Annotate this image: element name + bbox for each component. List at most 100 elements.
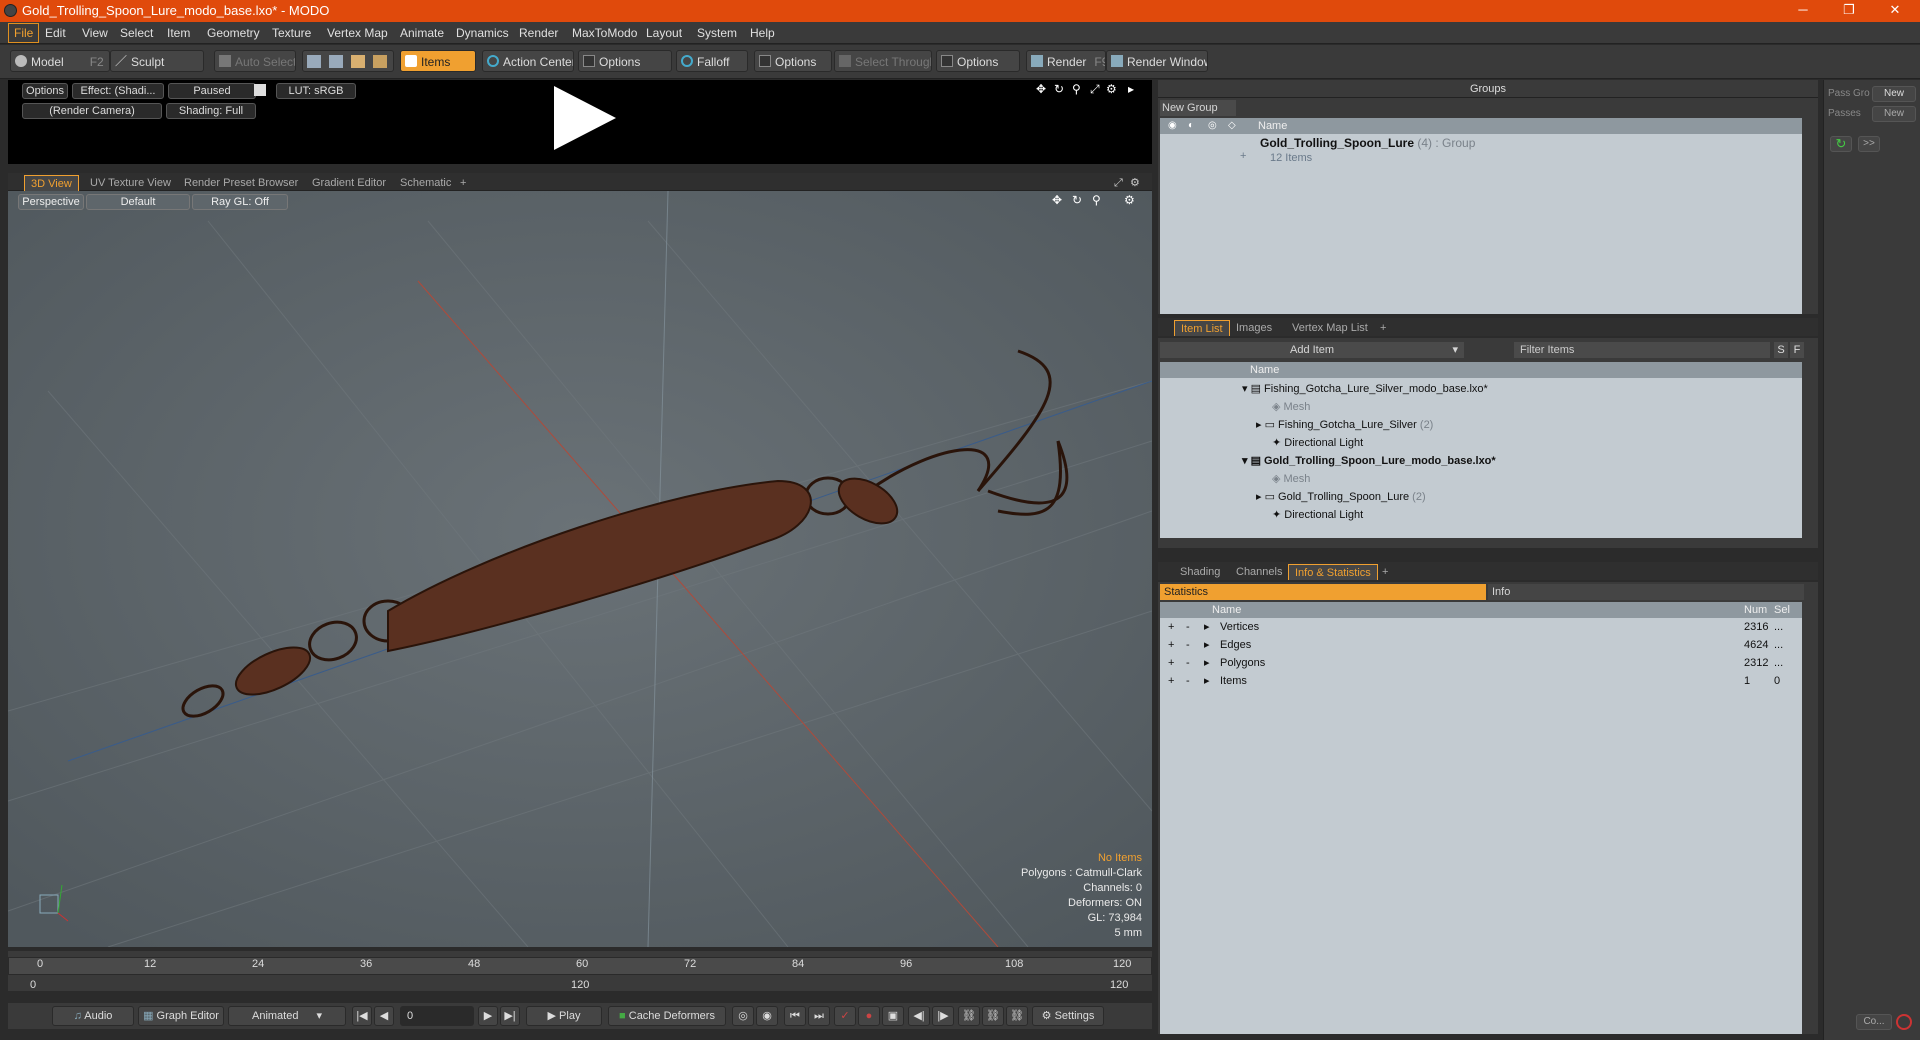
- play-button[interactable]: ▶ Play: [526, 1006, 602, 1026]
- shading-style-dropdown[interactable]: Default: [86, 194, 190, 210]
- menu-vertex-map[interactable]: Vertex Map: [322, 22, 393, 44]
- first-frame-button[interactable]: |◀: [352, 1006, 372, 1026]
- tab-images[interactable]: Images: [1230, 320, 1278, 336]
- minimize-button[interactable]: ─: [1780, 0, 1826, 22]
- remove-icon[interactable]: -: [1186, 636, 1190, 654]
- new-group-button[interactable]: New Group: [1160, 100, 1236, 116]
- gear-icon[interactable]: ⚙: [1124, 175, 1146, 191]
- f-button[interactable]: F: [1790, 342, 1804, 358]
- falloff-options-button[interactable]: Options: [754, 50, 832, 72]
- move-icon[interactable]: ✥: [1036, 82, 1046, 96]
- next-key-icon[interactable]: ⏭: [808, 1006, 830, 1026]
- perspective-dropdown[interactable]: Perspective: [18, 194, 84, 210]
- forward-button[interactable]: >>: [1858, 136, 1880, 152]
- render-button[interactable]: RenderF9: [1026, 50, 1106, 72]
- edges-mode-icon[interactable]: [329, 55, 343, 68]
- add-tab-button[interactable]: +: [1376, 564, 1394, 580]
- menu-animate[interactable]: Animate: [395, 22, 449, 44]
- groups-list[interactable]: Name ◉ ◐ ◎ ◇ Gold_Trolling_Spoon_Lure (4…: [1160, 118, 1802, 314]
- add-item-dropdown[interactable]: Add Item ▾: [1160, 342, 1464, 358]
- command-button[interactable]: Co...: [1856, 1014, 1892, 1030]
- add-tab-button[interactable]: +: [454, 175, 472, 191]
- menu-maxtomodo[interactable]: MaxToModo: [567, 22, 642, 44]
- new-pass-button[interactable]: New: [1872, 106, 1916, 122]
- timeline-ruler[interactable]: 0 12 24 36 48 60 72 84 96 108 120: [8, 957, 1152, 975]
- table-row[interactable]: + - ▸ Vertices 2316...: [1160, 618, 1802, 636]
- gear-icon[interactable]: ⚙: [1124, 193, 1135, 207]
- keyframe-icon[interactable]: ✓: [834, 1006, 856, 1026]
- add-tab-button[interactable]: +: [1374, 320, 1392, 336]
- tab-channels[interactable]: Channels: [1230, 564, 1288, 580]
- table-row[interactable]: + - ▸ Polygons 2312...: [1160, 654, 1802, 672]
- sculpt-mode-button[interactable]: ／ Sculpt: [110, 50, 204, 72]
- statistics-table[interactable]: Name Num Sel + - ▸ Vertices 2316... + - ▸ Edg…: [1160, 602, 1802, 1034]
- preview-options-button[interactable]: Options: [22, 83, 68, 99]
- add-icon[interactable]: +: [1168, 672, 1174, 690]
- preview-paused-button[interactable]: Paused: [168, 83, 256, 99]
- stop-icon[interactable]: [1896, 1014, 1912, 1030]
- menu-render[interactable]: Render: [514, 22, 563, 44]
- auto-select-button[interactable]: Auto Select: [214, 50, 296, 72]
- statistics-tab[interactable]: Statistics: [1160, 584, 1486, 600]
- action-center-button[interactable]: Action Center: [482, 50, 574, 72]
- animated-dropdown[interactable]: Animated ▾: [228, 1006, 346, 1026]
- cache-deformers-button[interactable]: ■ Cache Deformers: [608, 1006, 726, 1026]
- tab-3d-view[interactable]: 3D View: [24, 175, 79, 191]
- render-preview[interactable]: Options Effect: (Shadi... Paused LUT: sR…: [8, 80, 1152, 164]
- menu-system[interactable]: System: [692, 22, 742, 44]
- tab-item-list[interactable]: Item List: [1174, 320, 1230, 336]
- items-mode-button[interactable]: Items: [400, 50, 476, 72]
- select-through-button[interactable]: Select Through: [834, 50, 932, 72]
- settings-button[interactable]: ⚙ Settings: [1032, 1006, 1104, 1026]
- vertices-mode-icon[interactable]: [307, 55, 321, 68]
- 3d-viewport[interactable]: Perspective Default Ray GL: Off ✥ ↻ ⚲ ⚙ …: [8, 191, 1152, 947]
- expand-arrow-icon[interactable]: ▸: [1204, 672, 1210, 690]
- list-item[interactable]: ▾ ▤ Gold_Trolling_Spoon_Lure_modo_base.l…: [1242, 452, 1496, 470]
- frame-input[interactable]: 0: [400, 1006, 474, 1026]
- filter-items-input[interactable]: Filter Items: [1514, 342, 1770, 358]
- link-remove-icon[interactable]: ⛓: [1006, 1006, 1028, 1026]
- key-icon[interactable]: ◎: [732, 1006, 754, 1026]
- remove-icon[interactable]: -: [1186, 672, 1190, 690]
- menu-file[interactable]: File: [8, 23, 40, 43]
- select-through-options-button[interactable]: Options: [936, 50, 1020, 72]
- menu-select[interactable]: Select: [115, 22, 158, 44]
- table-row[interactable]: + - ▸ Edges 4624...: [1160, 636, 1802, 654]
- render-window-button[interactable]: Render Window: [1106, 50, 1208, 72]
- menu-layout[interactable]: Layout: [641, 22, 687, 44]
- pan-icon[interactable]: ✥: [1052, 193, 1062, 207]
- auto-record-icon[interactable]: ▣: [882, 1006, 904, 1026]
- play-preview-icon[interactable]: [554, 86, 616, 150]
- falloff-button[interactable]: Falloff: [676, 50, 748, 72]
- tab-render-preset-browser[interactable]: Render Preset Browser: [178, 175, 304, 191]
- prev-key-button[interactable]: ◀: [374, 1006, 394, 1026]
- list-item[interactable]: ◈ Mesh: [1272, 398, 1310, 416]
- add-icon[interactable]: +: [1168, 654, 1174, 672]
- tab-shading[interactable]: Shading: [1174, 564, 1226, 580]
- maximize-button[interactable]: ❐: [1826, 0, 1872, 22]
- graph-editor-button[interactable]: ▦ Graph Editor: [138, 1006, 224, 1026]
- render-camera-dropdown[interactable]: (Render Camera): [22, 103, 162, 119]
- preview-effect-dropdown[interactable]: Effect: (Shadi...: [72, 83, 164, 99]
- next-key-button[interactable]: ▶: [478, 1006, 498, 1026]
- link-icon[interactable]: ⛓: [958, 1006, 980, 1026]
- table-row[interactable]: + - ▸ Items 1 0: [1160, 672, 1802, 690]
- item-list[interactable]: Name ▾ ▤ Fishing_Gotcha_Lure_Silver_modo…: [1160, 362, 1802, 538]
- s-button[interactable]: S: [1774, 342, 1788, 358]
- last-frame-button[interactable]: ▶|: [500, 1006, 520, 1026]
- audio-button[interactable]: ♫ Audio: [52, 1006, 134, 1026]
- tab-gradient-editor[interactable]: Gradient Editor: [306, 175, 392, 191]
- zoom-icon[interactable]: ⚲: [1072, 82, 1081, 96]
- add-icon[interactable]: +: [1168, 636, 1174, 654]
- model-mode-button[interactable]: Model F2: [10, 50, 110, 72]
- list-item[interactable]: ◈ Mesh: [1272, 470, 1310, 488]
- remove-icon[interactable]: -: [1186, 654, 1190, 672]
- record-icon[interactable]: ●: [858, 1006, 880, 1026]
- step-back-icon[interactable]: ◀|: [908, 1006, 930, 1026]
- info-tab[interactable]: Info: [1488, 584, 1804, 600]
- maximize-icon[interactable]: ⤢: [1090, 82, 1100, 97]
- link-add-icon[interactable]: ⛓: [982, 1006, 1004, 1026]
- lut-dropdown[interactable]: LUT: sRGB: [276, 83, 356, 99]
- arrow-right-icon[interactable]: ▸: [1128, 82, 1134, 96]
- auto-key-icon[interactable]: ◉: [756, 1006, 778, 1026]
